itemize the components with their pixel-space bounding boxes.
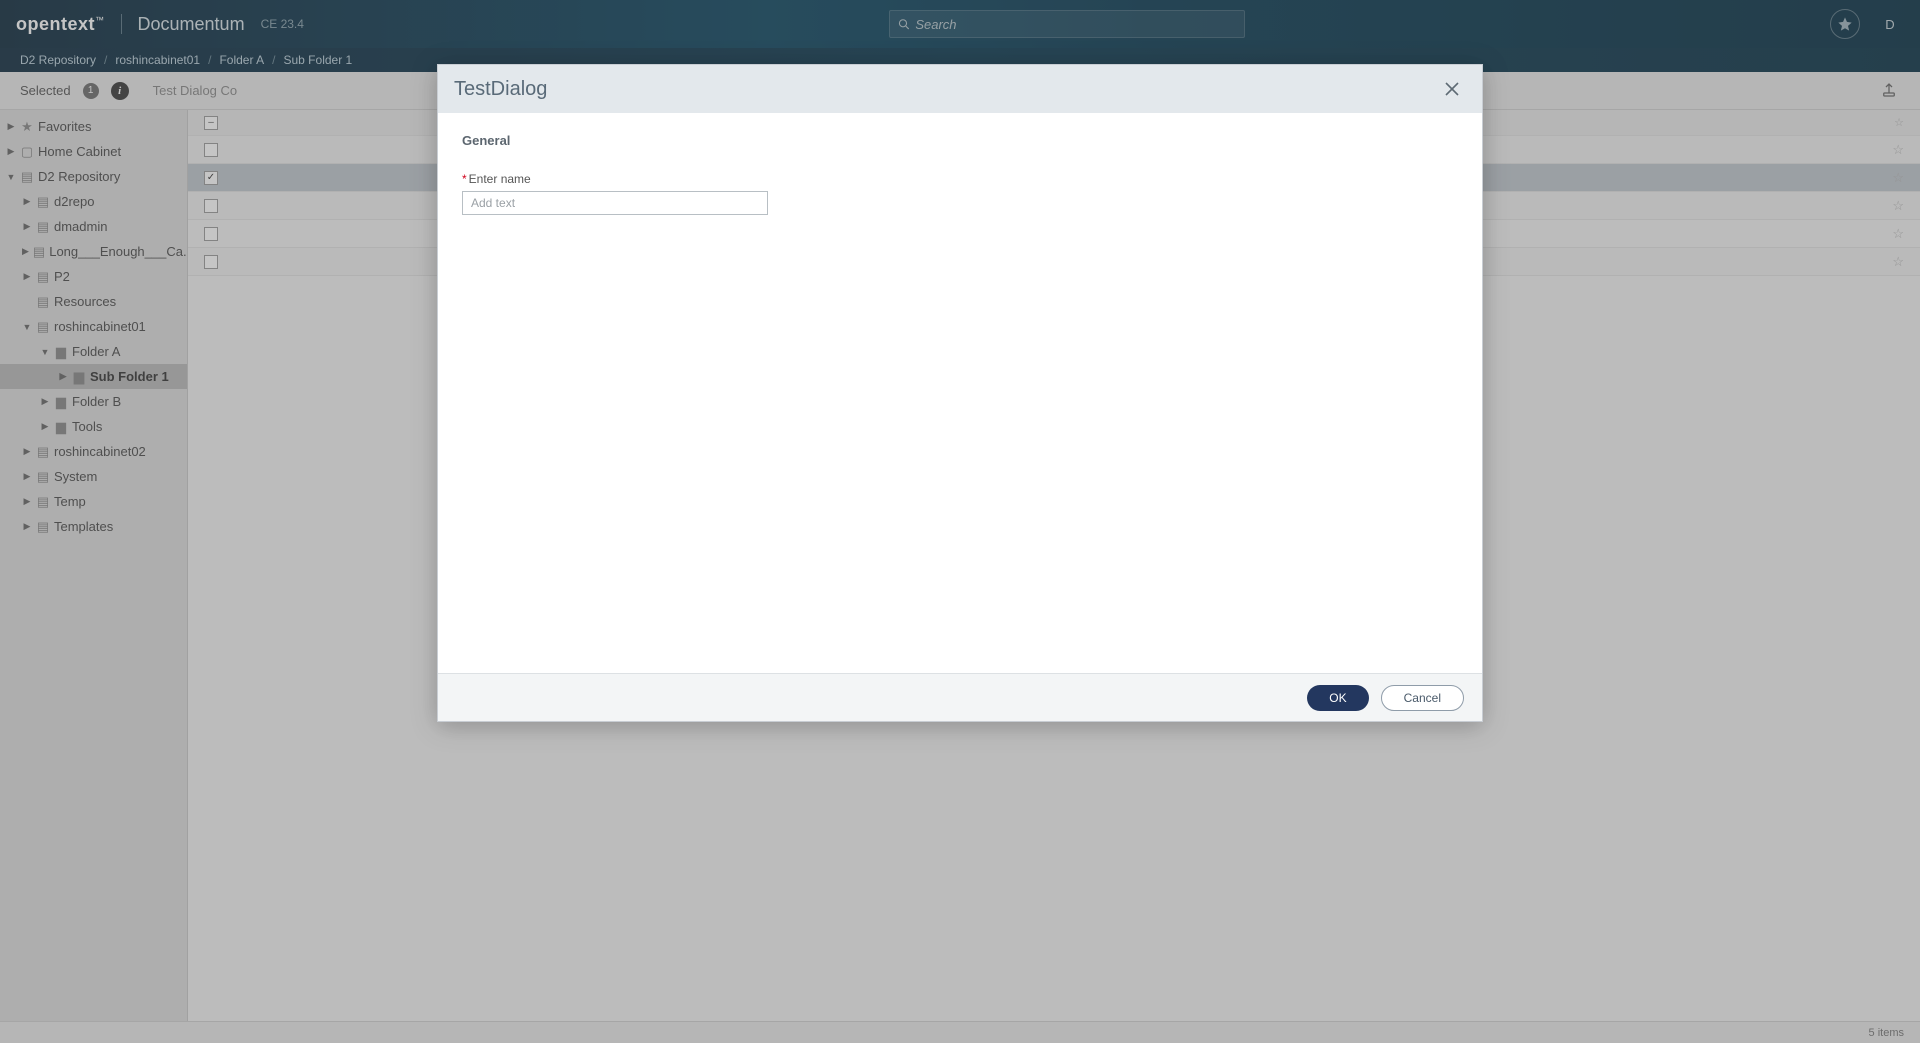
cancel-button[interactable]: Cancel: [1381, 685, 1464, 711]
name-field-label: *Enter name: [462, 172, 1458, 186]
required-marker: *: [462, 172, 467, 186]
name-input[interactable]: [462, 191, 768, 215]
close-icon: [1444, 81, 1460, 97]
dialog-body: General *Enter name: [438, 113, 1482, 673]
ok-button[interactable]: OK: [1307, 685, 1368, 711]
test-dialog: TestDialog General *Enter name OK Cancel: [437, 64, 1483, 722]
close-button[interactable]: [1438, 77, 1466, 101]
section-general: General: [462, 133, 1458, 148]
modal-overlay: TestDialog General *Enter name OK Cancel: [0, 0, 1920, 1043]
name-field-label-text: Enter name: [469, 172, 531, 186]
dialog-title: TestDialog: [454, 78, 547, 101]
dialog-header: TestDialog: [438, 65, 1482, 113]
dialog-footer: OK Cancel: [438, 673, 1482, 721]
